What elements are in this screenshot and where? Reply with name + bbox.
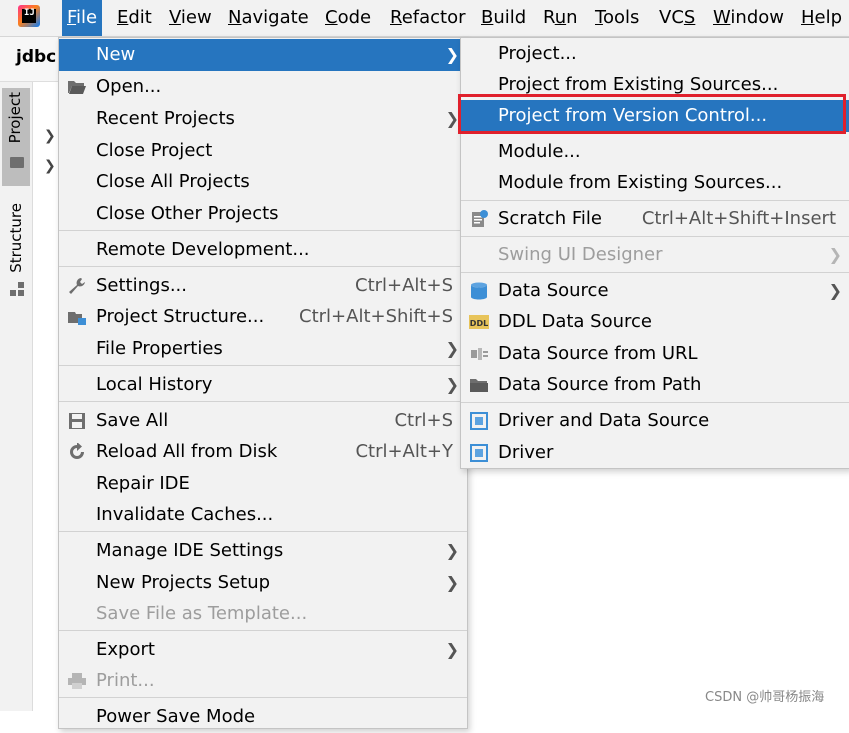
menu-navigate[interactable]: Navigate — [223, 0, 314, 36]
chevron-right-icon: ❯ — [445, 45, 459, 64]
file-menu-close-project[interactable]: Close Project — [59, 135, 467, 167]
menu-refactor[interactable]: Refactor — [385, 0, 471, 36]
menu-separator — [59, 365, 467, 366]
file-menu-file-properties[interactable]: File Properties ❯ — [59, 333, 467, 365]
tree-expand-icon[interactable]: ❯ — [44, 128, 56, 144]
reload-icon — [70, 443, 84, 459]
svg-text:DDL: DDL — [470, 319, 488, 328]
folder-icon — [470, 379, 488, 392]
project-name[interactable]: jdbc — [16, 47, 56, 67]
new-driver[interactable]: Driver — [461, 437, 849, 469]
intellij-logo-icon: IJ — [18, 5, 40, 27]
plug-icon — [471, 348, 488, 360]
file-menu-settings[interactable]: Settings... Ctrl+Alt+S — [59, 270, 467, 302]
new-project[interactable]: Project... — [461, 38, 849, 70]
menu-separator — [59, 630, 467, 631]
new-data-source[interactable]: Data Source ❯ — [461, 275, 849, 307]
menu-separator — [59, 697, 467, 698]
file-menu-invalidate-caches[interactable]: Invalidate Caches... — [59, 499, 467, 531]
menu-bar: IJ File Edit View Navigate Code Refactor… — [0, 0, 849, 37]
file-menu-export[interactable]: Export ❯ — [59, 634, 467, 666]
file-menu-reload-all[interactable]: Reload All from Disk Ctrl+Alt+Y — [59, 436, 467, 468]
print-icon — [68, 673, 86, 689]
menu-separator — [461, 272, 849, 273]
file-menu-remote-development[interactable]: Remote Development... — [59, 234, 467, 266]
new-data-source-from-url[interactable]: Data Source from URL — [461, 338, 849, 370]
chevron-right-icon: ❯ — [445, 640, 459, 659]
driver-icon — [470, 412, 488, 430]
file-menu-print: Print... — [59, 665, 467, 697]
new-driver-and-data-source[interactable]: Driver and Data Source — [461, 405, 849, 437]
menu-separator — [59, 230, 467, 231]
file-menu: New ❯ Open... Recent Projects ❯ Close Proj… — [58, 37, 468, 729]
file-menu-repair-ide[interactable]: Repair IDE — [59, 468, 467, 500]
wrench-icon — [69, 278, 85, 294]
file-menu-local-history[interactable]: Local History ❯ — [59, 369, 467, 401]
chevron-right-icon: ❯ — [445, 109, 459, 128]
menu-tools[interactable]: Tools — [590, 0, 644, 36]
menu-vcs[interactable]: VCS — [654, 0, 700, 36]
file-menu-open[interactable]: Open... — [59, 71, 467, 103]
project-structure-icon — [68, 312, 86, 325]
tree-expand-icon[interactable]: ❯ — [44, 158, 56, 174]
structure-icon — [10, 282, 24, 296]
menu-view[interactable]: View — [164, 0, 217, 36]
menu-separator — [59, 401, 467, 402]
new-project-from-existing-sources[interactable]: Project from Existing Sources... — [461, 69, 849, 101]
chevron-right-icon: ❯ — [828, 281, 842, 300]
save-icon — [69, 413, 85, 429]
file-menu-new-projects-setup[interactable]: New Projects Setup ❯ — [59, 567, 467, 599]
menu-window[interactable]: Window — [708, 0, 789, 36]
chevron-right-icon: ❯ — [445, 541, 459, 560]
menu-file[interactable]: File — [62, 0, 103, 36]
chevron-right-icon: ❯ — [445, 375, 459, 394]
menu-code[interactable]: Code — [320, 0, 376, 36]
menu-separator — [461, 200, 849, 201]
menu-separator — [59, 531, 467, 532]
file-menu-recent-projects[interactable]: Recent Projects ❯ — [59, 103, 467, 135]
chevron-right-icon: ❯ — [445, 339, 459, 358]
folder-icon — [10, 157, 24, 168]
menu-separator — [59, 266, 467, 267]
menu-separator — [461, 402, 849, 403]
tool-window-structure-label[interactable]: Structure — [7, 203, 25, 273]
new-module-from-existing-sources[interactable]: Module from Existing Sources... — [461, 167, 849, 199]
new-submenu: Project... Project from Existing Sources… — [460, 37, 849, 469]
new-swing-ui-designer: Swing UI Designer ❯ — [461, 239, 849, 271]
new-scratch-file[interactable]: Scratch File Ctrl+Alt+Shift+Insert — [461, 203, 849, 235]
new-ddl-data-source[interactable]: DDL DDL Data Source — [461, 306, 849, 338]
new-module[interactable]: Module... — [461, 136, 849, 168]
scratch-file-icon — [472, 210, 488, 227]
file-menu-save-all[interactable]: Save All Ctrl+S — [59, 405, 467, 437]
menu-build[interactable]: Build — [476, 0, 531, 36]
ddl-icon: DDL — [469, 315, 489, 329]
new-data-source-from-path[interactable]: Data Source from Path — [461, 369, 849, 401]
driver-icon — [470, 444, 488, 462]
chevron-right-icon: ❯ — [828, 245, 842, 264]
menu-run[interactable]: Run — [538, 0, 583, 36]
file-menu-manage-ide-settings[interactable]: Manage IDE Settings ❯ — [59, 535, 467, 567]
watermark: CSDN @帅哥杨振海 — [705, 690, 825, 705]
menu-help[interactable]: Help — [796, 0, 847, 36]
file-menu-save-file-as-template: Save File as Template... — [96, 603, 308, 624]
file-menu-new[interactable]: New ❯ — [59, 39, 467, 71]
file-menu-close-other-projects[interactable]: Close Other Projects — [59, 198, 467, 230]
database-icon — [471, 282, 487, 300]
new-project-from-version-control[interactable]: Project from Version Control... — [461, 100, 849, 132]
file-menu-close-all-projects[interactable]: Close All Projects — [59, 166, 467, 198]
tool-window-project-label: Project — [6, 92, 24, 144]
chevron-right-icon: ❯ — [445, 573, 459, 592]
folder-open-icon — [68, 81, 86, 94]
file-menu-power-save-mode[interactable]: Power Save Mode — [59, 701, 467, 733]
file-menu-project-structure[interactable]: Project Structure... Ctrl+Alt+Shift+S — [59, 301, 467, 333]
menu-separator — [461, 236, 849, 237]
menu-edit[interactable]: Edit — [112, 0, 157, 36]
